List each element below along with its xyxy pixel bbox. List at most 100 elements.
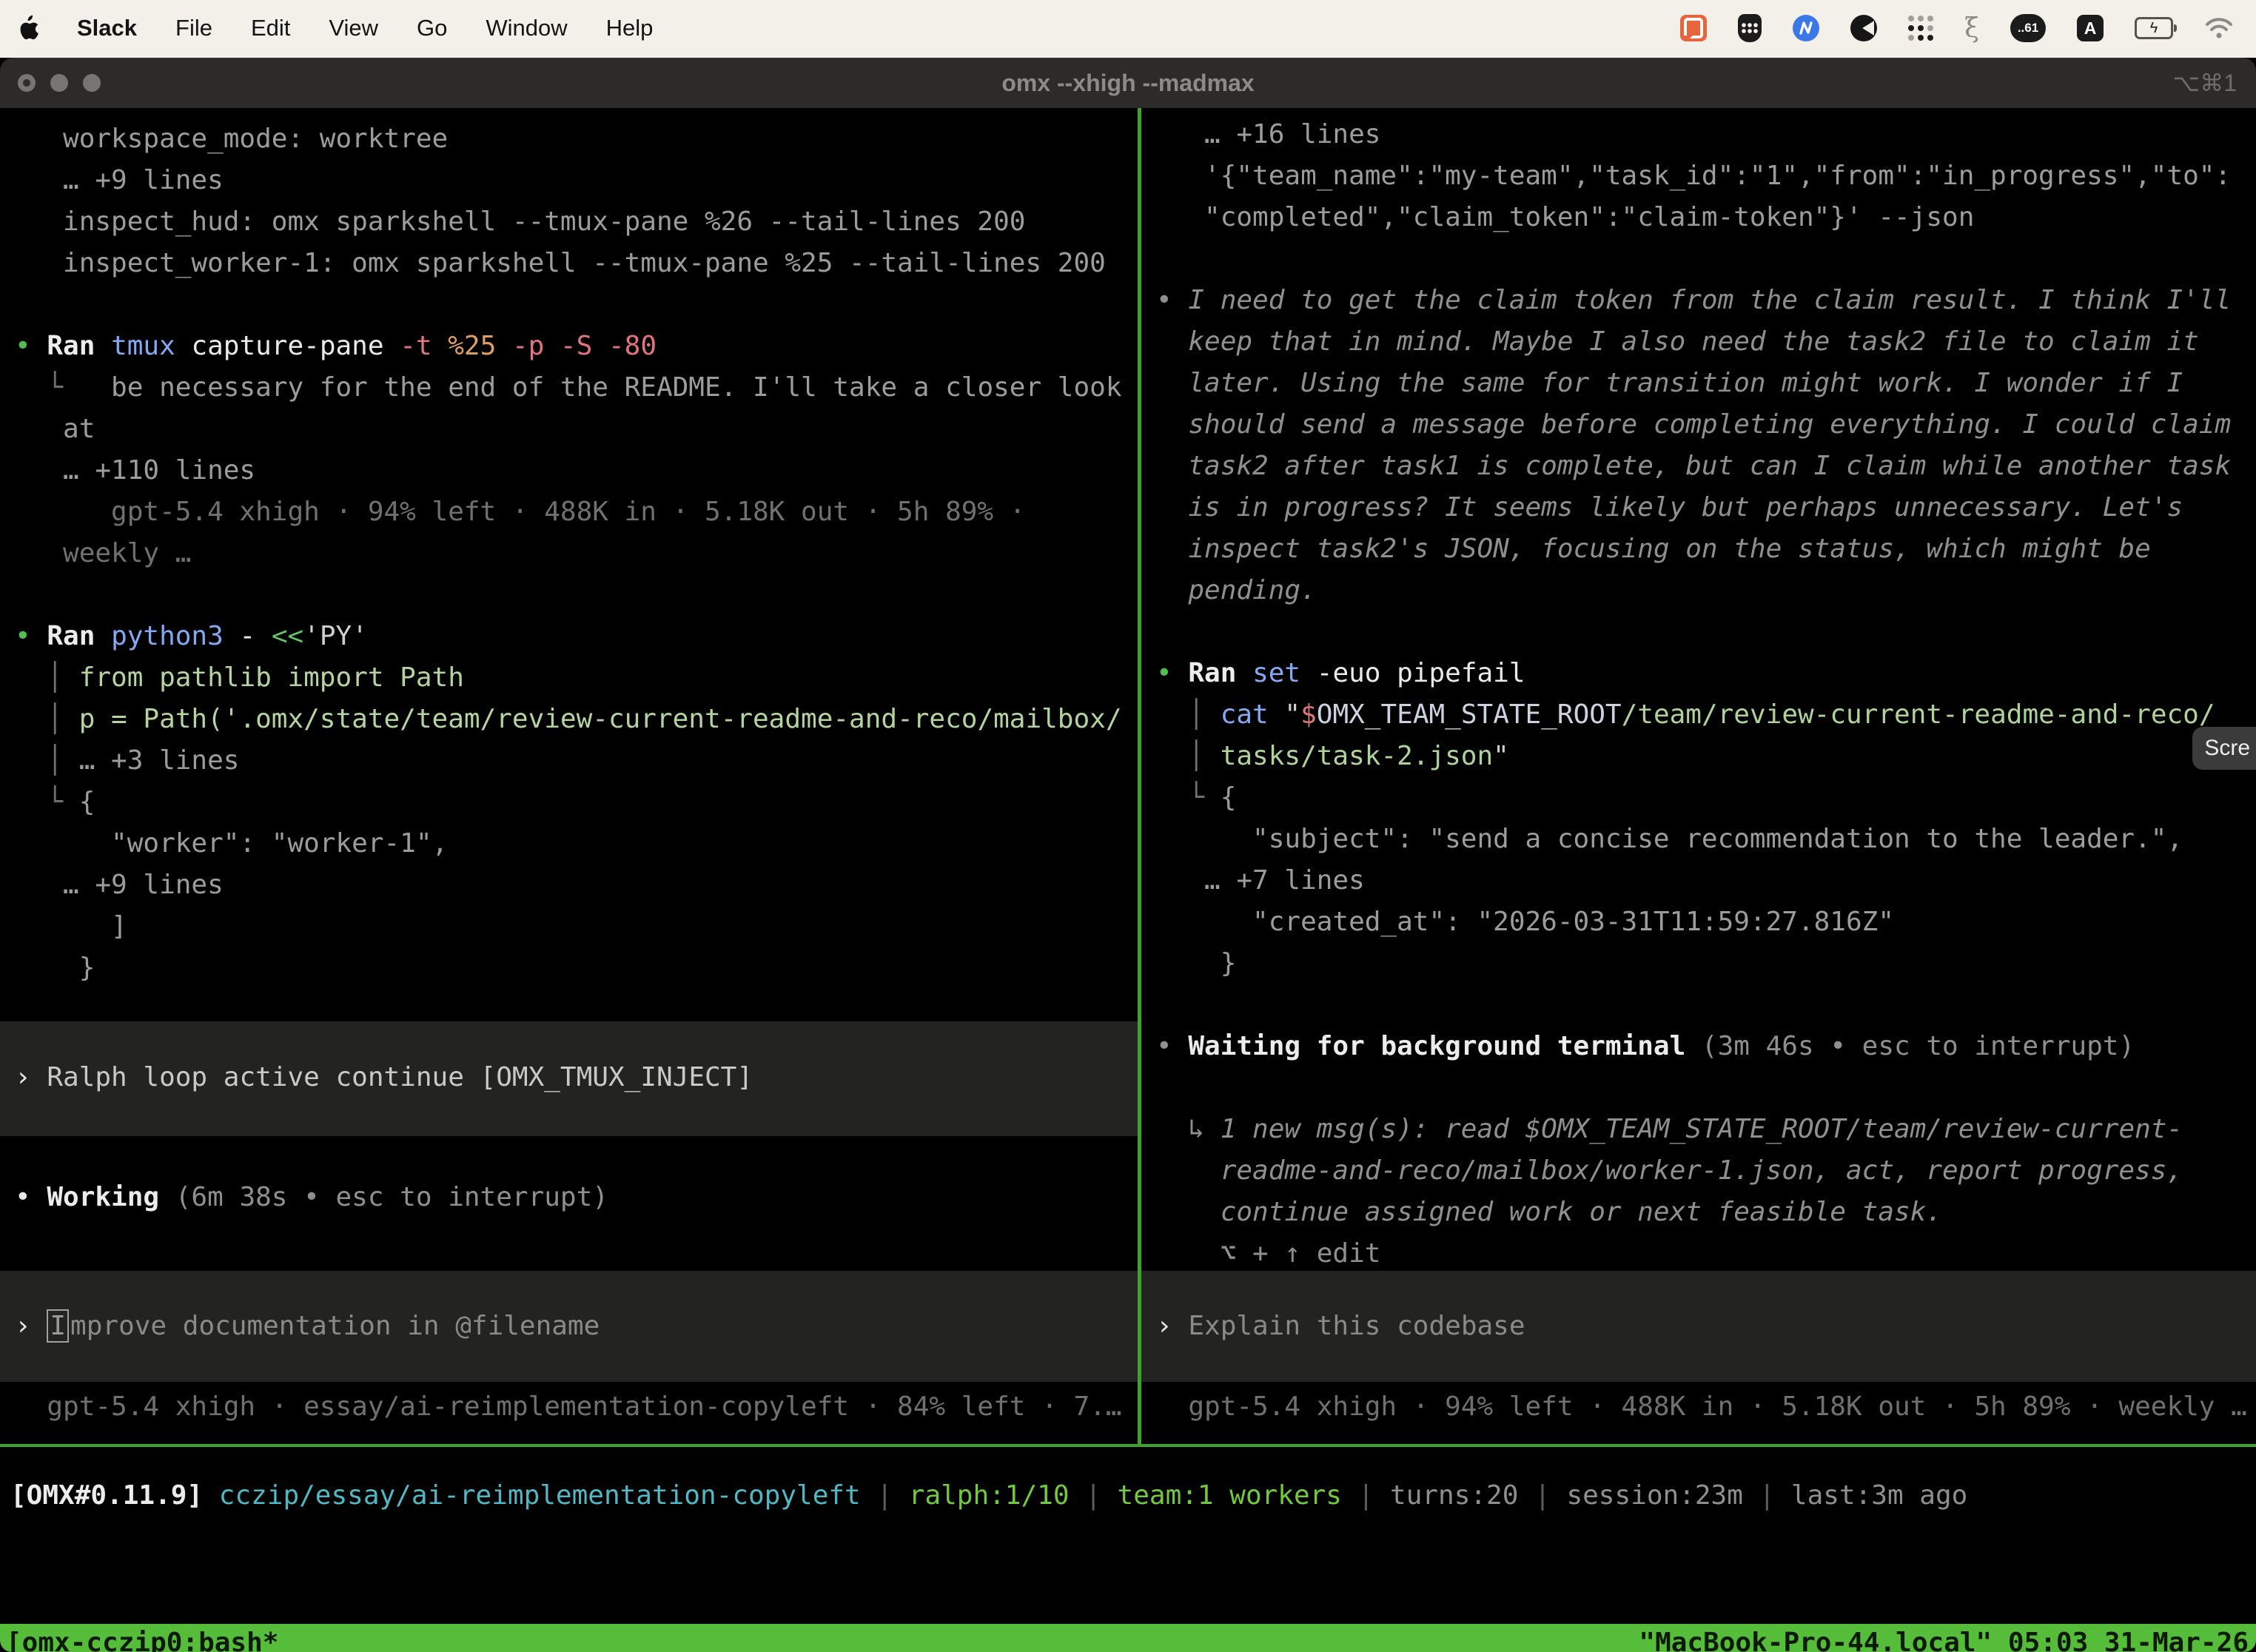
tmux-host-clock-label: "MacBook-Pro-44.local" 05:03 31-Mar-26: [1639, 1628, 2249, 1652]
model-status-line: gpt-5.4 xhigh · essay/ai-reimplementatio…: [0, 1386, 1138, 1428]
terminal-line: [0, 284, 1138, 326]
terminal-line: inspect_hud: omx sparkshell --tmux-pane …: [0, 201, 1138, 243]
pane-right-output: … +16 lines '{"team_name":"my-team","tas…: [1141, 108, 2256, 1271]
timer-badge-label: ..61: [2018, 21, 2038, 36]
terminal-line: [0, 1136, 1138, 1177]
terminal-line: gpt-5.4 xhigh · 94% left · 488K in · 5.1…: [0, 491, 1138, 533]
terminal-line: … +7 lines: [1141, 860, 2256, 901]
wifi-icon[interactable]: [2204, 17, 2234, 39]
menu-item-file[interactable]: File: [175, 15, 212, 41]
pane-right-prompt-band[interactable]: › Explain this codebase: [1141, 1271, 2256, 1382]
reasoning-line: should send a message before completing …: [1141, 404, 2256, 446]
terminal-line: … +9 lines: [0, 160, 1138, 201]
tmux-session-label: [omx-cczip0:bash*: [6, 1628, 278, 1652]
terminal-line: │ cat "$OMX_TEAM_STATE_ROOT/team/review-…: [1141, 694, 2256, 736]
model-status-line: gpt-5.4 xhigh · 94% left · 488K in · 5.1…: [1141, 1386, 2256, 1428]
edit-hint-line: ⌥ + ↑ edit: [1141, 1233, 2256, 1271]
menu-bar-status-icons: ξ ..61 A ϟ: [1680, 13, 2240, 44]
pane-left-statusline: gpt-5.4 xhigh · essay/ai-reimplementatio…: [0, 1382, 1138, 1444]
command-line: • Ran tmux capture-pane -t %25 -p -S -80: [0, 326, 1138, 367]
pane-left-prompt-band[interactable]: › Improve documentation in @filename: [0, 1271, 1138, 1382]
menu-item-help[interactable]: Help: [606, 15, 654, 41]
input-source-icon[interactable]: A: [2077, 15, 2104, 41]
menu-item-window[interactable]: Window: [486, 15, 567, 41]
window-minimize-button[interactable]: [50, 74, 68, 92]
squiggle-icon[interactable]: ξ: [1964, 13, 1979, 44]
screen-overlay-chip[interactable]: Scre: [2192, 727, 2256, 770]
terminal-line: "created_at": "2026-03-31T11:59:27.816Z": [1141, 901, 2256, 943]
charging-bolt-icon: ϟ: [2150, 21, 2158, 36]
grid-dots-icon[interactable]: [1908, 16, 1933, 41]
pane-left-output: workspace_mode: worktree … +9 lines insp…: [0, 108, 1138, 1271]
pane-right-statusline: gpt-5.4 xhigh · 94% left · 488K in · 5.1…: [1141, 1382, 2256, 1444]
terminal-line: … +16 lines: [1141, 114, 2256, 155]
terminal-line: └ {: [0, 782, 1138, 823]
reasoning-line: task2 after task1 is complete, but can I…: [1141, 446, 2256, 487]
privacy-shield-icon[interactable]: [1738, 14, 1762, 42]
battery-charging-icon[interactable]: ϟ: [2135, 17, 2173, 39]
timer-badge-icon[interactable]: ..61: [2010, 14, 2046, 42]
tmux-status-bar: [omx-cczip0:bash* "MacBook-Pro-44.local"…: [0, 1624, 2256, 1652]
terminal-line: └ be necessary for the end of the README…: [0, 367, 1138, 409]
terminal-line: ]: [0, 906, 1138, 947]
terminal-line: │ tasks/task-2.json": [1141, 736, 2256, 777]
terminal-line: └ {: [1141, 777, 2256, 819]
notification-blue-icon[interactable]: [1793, 15, 1819, 41]
window-close-button[interactable]: [18, 74, 36, 92]
terminal-line: '{"team_name":"my-team","task_id":"1","f…: [1141, 155, 2256, 197]
reasoning-line: is in progress? It seems likely but perh…: [1141, 487, 2256, 528]
omx-status-line: [OMX#0.11.9] cczip/essay/ai-reimplementa…: [0, 1475, 2256, 1517]
reasoning-line: pending.: [1141, 570, 2256, 611]
terminal-window: omx --xhigh --madmax ⌥⌘1 workspace_mode:…: [0, 58, 2256, 1652]
terminal-line: … +110 lines: [0, 450, 1138, 491]
focus-crescent-icon[interactable]: [1850, 15, 1877, 41]
command-line: • Ran python3 - <<'PY': [0, 616, 1138, 657]
ralph-loop-banner: › Ralph loop active continue [OMX_TMUX_I…: [0, 1021, 1138, 1136]
window-zoom-button[interactable]: [83, 74, 101, 92]
menu-app-name[interactable]: Slack: [77, 15, 137, 41]
terminal-line: }: [1141, 943, 2256, 984]
reasoning-line: later. Using the same for transition mig…: [1141, 363, 2256, 404]
terminal-line: … +9 lines: [0, 864, 1138, 906]
terminal-line: "completed","claim_token":"claim-token"}…: [1141, 197, 2256, 238]
reasoning-line: inspect task2's JSON, focusing on the st…: [1141, 528, 2256, 570]
menu-item-view[interactable]: View: [329, 15, 378, 41]
terminal-line: [1141, 238, 2256, 280]
terminal-line: │ from pathlib import Path: [0, 657, 1138, 699]
terminal-line: [0, 574, 1138, 616]
traffic-lights: [0, 74, 101, 92]
terminal-line: │ … +3 lines: [0, 740, 1138, 782]
terminal-line: workspace_mode: worktree: [0, 118, 1138, 160]
window-shortcut-hint: ⌥⌘1: [2172, 69, 2237, 97]
terminal-line: at: [0, 409, 1138, 450]
desktop-screen: Slack File Edit View Go Window Help ξ ..…: [0, 0, 2256, 1652]
mailbox-message-line: continue assigned work or next feasible …: [1141, 1192, 2256, 1233]
window-title: omx --xhigh --madmax: [0, 70, 2256, 97]
mailbox-message-line: readme-and-reco/mailbox/worker-1.json, a…: [1141, 1150, 2256, 1192]
terminal-line: [1141, 611, 2256, 653]
terminal-line: inspect_worker-1: omx sparkshell --tmux-…: [0, 243, 1138, 284]
terminal-line: │ p = Path('.omx/state/team/review-curre…: [0, 699, 1138, 740]
menu-bar-left: Slack File Edit View Go Window Help: [16, 15, 653, 41]
terminal-line: [1141, 984, 2256, 1026]
terminal-line: "worker": "worker-1",: [0, 823, 1138, 864]
menu-item-edit[interactable]: Edit: [251, 15, 290, 41]
prompt-suggestion-line: › Explain this codebase: [1141, 1306, 1525, 1347]
menu-item-go[interactable]: Go: [417, 15, 447, 41]
window-titlebar[interactable]: omx --xhigh --madmax ⌥⌘1: [0, 58, 2256, 108]
mailbox-message-line: ↳ 1 new msg(s): read $OMX_TEAM_STATE_ROO…: [1141, 1109, 2256, 1150]
terminal-pane-left[interactable]: workspace_mode: worktree … +9 lines insp…: [0, 108, 1138, 1444]
input-source-label: A: [2084, 19, 2097, 38]
tmux-pane-area: workspace_mode: worktree … +9 lines insp…: [0, 108, 2256, 1444]
screen-share-icon[interactable]: [1680, 15, 1707, 41]
command-line: • Ran set -euo pipefail: [1141, 653, 2256, 694]
reasoning-line: • I need to get the claim token from the…: [1141, 280, 2256, 321]
menu-bar: Slack File Edit View Go Window Help ξ ..…: [0, 0, 2256, 56]
waiting-status-line: • Waiting for background terminal (3m 46…: [1141, 1026, 2256, 1067]
reasoning-line: keep that in mind. Maybe I also need the…: [1141, 321, 2256, 363]
terminal-pane-right[interactable]: … +16 lines '{"team_name":"my-team","tas…: [1141, 108, 2256, 1444]
apple-menu-icon[interactable]: [16, 15, 38, 41]
working-status-line: • Working (6m 38s • esc to interrupt): [0, 1177, 1138, 1218]
terminal-line: "subject": "send a concise recommendatio…: [1141, 819, 2256, 860]
prompt-input-line: › Improve documentation in @filename: [0, 1306, 600, 1347]
